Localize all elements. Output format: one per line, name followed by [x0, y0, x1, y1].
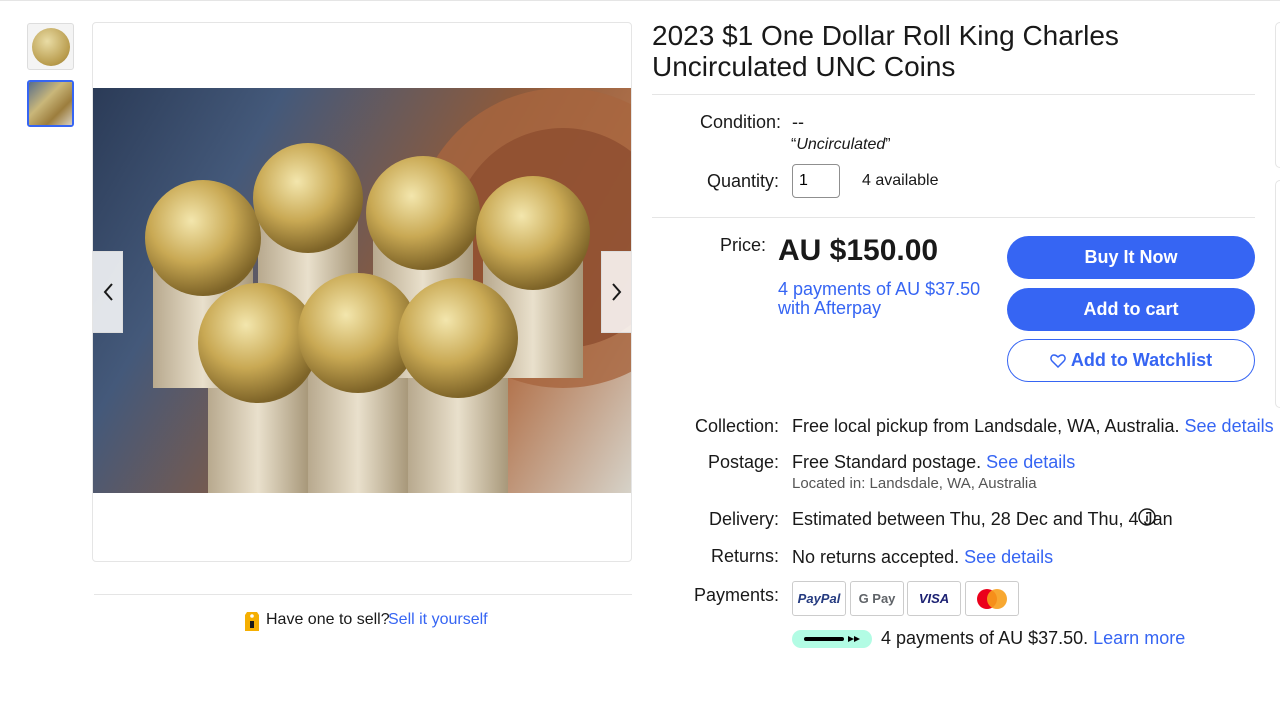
afterpay-logo	[792, 630, 872, 648]
delivery-label: Delivery:	[708, 509, 779, 529]
add-to-cart-button[interactable]: Add to cart	[1007, 288, 1255, 331]
condition-label: Condition:	[700, 112, 782, 132]
heart-icon	[1050, 353, 1066, 368]
collection-see-details-link[interactable]: See details	[1185, 416, 1274, 436]
quantity-input[interactable]	[792, 164, 840, 198]
side-panel-edge	[1275, 22, 1280, 168]
next-image-button[interactable]	[601, 251, 631, 333]
quantity-available: 4 available	[862, 172, 939, 189]
price-value: AU $150.00	[778, 234, 939, 267]
thumbnail-coin-front[interactable]	[27, 23, 74, 70]
sell-prompt-text: Have one to sell?	[266, 611, 390, 628]
afterpay-info: 4 payments of AU $37.50. Learn more	[881, 628, 1185, 649]
thumbnail-coin-rolls[interactable]	[27, 80, 74, 127]
paypal-badge: PayPal	[792, 581, 846, 616]
postage-see-details-link[interactable]: See details	[986, 452, 1075, 472]
coin-image	[32, 28, 70, 66]
chevron-left-icon	[103, 283, 113, 301]
add-to-watchlist-button[interactable]: Add to Watchlist	[1007, 339, 1255, 382]
delivery-prefix: Estimated between	[792, 509, 946, 529]
rolls-image	[29, 82, 72, 125]
collection-text: Free local pickup from Landsdale, WA, Au…	[792, 416, 1180, 436]
returns-text: No returns accepted.	[792, 547, 960, 567]
condition-text: Uncirculated	[796, 136, 886, 153]
visa-badge: VISA	[907, 581, 961, 616]
side-panel-edge	[1275, 180, 1280, 408]
chevron-right-icon	[611, 283, 621, 301]
returns-see-details-link[interactable]: See details	[964, 547, 1053, 567]
returns-info: No returns accepted. See details	[792, 547, 1053, 568]
payments-label: Payments:	[693, 585, 779, 605]
item-location: Located in: Landsdale, WA, Australia	[792, 475, 1037, 492]
watchlist-label: Add to Watchlist	[1070, 350, 1213, 370]
quantity-label: Quantity:	[706, 171, 779, 191]
mastercard-badge	[965, 581, 1019, 616]
listing-title: 2023 $1 One Dollar Roll King Charles Unc…	[652, 20, 1119, 82]
afterpay-installments-link[interactable]: 4 payments of AU $37.50 with Afterpay	[778, 280, 988, 318]
google-pay-badge: G Pay	[850, 581, 904, 616]
main-image-viewer	[92, 22, 632, 562]
postage-free: Free	[792, 452, 830, 472]
quote-close: ”	[885, 136, 891, 153]
price-tag-icon	[245, 612, 259, 631]
delivery-info: Estimated between Thu, 28 Dec and Thu, 4…	[792, 509, 1173, 530]
afterpay-wordmark-icon	[804, 636, 860, 642]
top-border	[0, 0, 1280, 1]
collection-label: Collection:	[694, 416, 779, 436]
buy-it-now-button[interactable]: Buy It Now	[1007, 236, 1255, 279]
condition-value: “Uncirculated”	[791, 136, 891, 154]
previous-image-button[interactable]	[93, 251, 123, 333]
postage-method: Standard postage.	[834, 452, 982, 472]
returns-label: Returns:	[710, 546, 779, 566]
price-label: Price:	[719, 235, 766, 255]
collection-info: Free local pickup from Landsdale, WA, Au…	[792, 416, 1274, 437]
afterpay-text: 4 payments of AU $37.50.	[881, 628, 1089, 648]
condition-dashes: --	[792, 112, 804, 132]
title-divider	[652, 94, 1255, 95]
sell-it-yourself-link[interactable]: Sell it yourself	[388, 611, 488, 629]
postage-info: Free Standard postage. See details	[792, 452, 1075, 473]
learn-more-link[interactable]: Learn more	[1093, 628, 1185, 648]
coin-rolls-photo	[93, 88, 631, 493]
postage-label: Postage:	[707, 452, 779, 472]
info-icon[interactable]	[1138, 508, 1156, 526]
quantity-divider	[652, 217, 1255, 218]
mastercard-icon	[977, 588, 1007, 609]
